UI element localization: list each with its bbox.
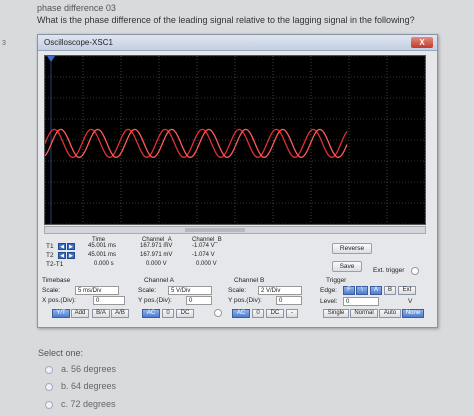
channel-a-zero-toggle[interactable]: 0: [162, 309, 174, 318]
edge-falling-toggle[interactable]: \: [356, 286, 368, 295]
timebase-scale-label: Scale:: [42, 287, 61, 294]
side-question-number: 3: [2, 40, 6, 47]
delta-channel-a: 0.000 V: [146, 261, 167, 267]
edge-rising-toggle[interactable]: F: [343, 286, 355, 295]
row-label-t1: T1: [46, 243, 54, 250]
t2-left-arrow-icon[interactable]: ◀: [58, 252, 66, 259]
t1-time: 45.001 ms: [88, 243, 117, 249]
mode-ab-toggle[interactable]: A/B: [111, 309, 129, 318]
window-title: Oscilloscope-XSC1: [44, 38, 113, 47]
option-b[interactable]: b. 64 degrees: [45, 381, 116, 391]
t1-channel-a: 167.971 mV: [140, 243, 173, 249]
save-button[interactable]: Save: [332, 261, 362, 272]
channel-b-ac-toggle[interactable]: AC: [232, 309, 250, 318]
mode-ba-toggle[interactable]: B/A: [92, 309, 110, 318]
channel-a-dc-toggle[interactable]: DC: [176, 309, 194, 318]
oscilloscope-window: Oscilloscope-XSC1 X Time Channel_A Chann…: [37, 34, 438, 328]
option-c-radio[interactable]: [45, 400, 53, 409]
row-label-t2: T2: [46, 252, 54, 259]
ext-trigger-label: Ext. trigger: [373, 267, 405, 274]
option-a-radio[interactable]: [45, 365, 53, 374]
channel-b-zero-toggle[interactable]: 0: [252, 309, 264, 318]
trigger-edge-label: Edge:: [320, 287, 337, 294]
t2-right-arrow-icon[interactable]: ▶: [67, 252, 75, 259]
channel-b-title: Channel B: [234, 277, 265, 284]
trigger-normal-button[interactable]: Normal: [350, 309, 378, 318]
window-titlebar[interactable]: Oscilloscope-XSC1 X: [38, 35, 437, 51]
channel-a-title: Channel A: [144, 277, 174, 284]
timebase-scale-field[interactable]: 5 ms/Div: [75, 286, 119, 295]
timebase-title: Timebase: [42, 277, 71, 284]
option-a[interactable]: a. 56 degrees: [45, 364, 116, 374]
option-c-label: c. 72 degrees: [61, 399, 116, 409]
delta-channel-b: 0.000 V: [196, 261, 217, 267]
question-text: What is the phase difference of the lead…: [37, 15, 415, 25]
select-one-prompt: Select one:: [38, 348, 84, 358]
source-b-toggle[interactable]: B: [384, 286, 396, 295]
scope-display: [45, 56, 425, 224]
channel-a-ypos-label: Y pos.(Div):: [138, 297, 172, 304]
channel-b-minus-toggle[interactable]: -: [286, 309, 298, 318]
channel-a-radio[interactable]: [214, 309, 222, 317]
channel-a-scale-label: Scale:: [138, 287, 157, 294]
option-b-label: b. 64 degrees: [61, 381, 117, 391]
channel-a-scale-field[interactable]: 5 V/Div: [168, 286, 212, 295]
trigger-level-unit: V: [408, 298, 413, 305]
t2-channel-a: 167.971 mV: [140, 252, 173, 258]
trigger-level-label: Level:: [320, 298, 338, 305]
channel-b-dc-toggle[interactable]: DC: [266, 309, 284, 318]
trace-channel-a: [45, 128, 348, 158]
quiz-header: phase difference 03 What is the phase di…: [37, 3, 467, 25]
question-title: phase difference 03: [37, 3, 116, 13]
source-a-toggle[interactable]: A: [370, 286, 382, 295]
trigger-single-button[interactable]: Single: [323, 309, 349, 318]
option-b-radio[interactable]: [45, 382, 53, 391]
trigger-none-button[interactable]: None: [402, 309, 424, 318]
timebase-xpos-label: X pos.(Div):: [42, 297, 76, 304]
oscilloscope-screen: [44, 55, 426, 225]
option-c[interactable]: c. 72 degrees: [45, 399, 116, 409]
channel-a-ypos-field[interactable]: 0: [186, 296, 212, 305]
t1-right-arrow-icon[interactable]: ▶: [67, 243, 75, 250]
t1-channel-b: -1.074 V: [192, 243, 215, 249]
channel-a-ac-toggle[interactable]: AC: [142, 309, 160, 318]
channel-b-scale-field[interactable]: 2 V/Div: [258, 286, 302, 295]
mode-yt-toggle[interactable]: Y/T: [52, 309, 70, 318]
delta-time: 0.000 s: [94, 261, 114, 267]
t1-left-arrow-icon[interactable]: ◀: [58, 243, 66, 250]
ext-trigger-radio[interactable]: [411, 267, 419, 275]
option-a-label: a. 56 degrees: [61, 364, 117, 374]
trigger-auto-button[interactable]: Auto: [379, 309, 401, 318]
trigger-title: Trigger: [326, 277, 347, 284]
trigger-level-field[interactable]: 0: [343, 297, 379, 306]
channel-b-scale-label: Scale:: [228, 287, 247, 294]
t2-channel-b: -1.074 V: [192, 252, 215, 258]
close-button[interactable]: X: [411, 37, 433, 48]
cursor-readout: Time Channel_A Channel_B T1 ◀ ▶ 45.001 m…: [44, 237, 344, 273]
source-ext-toggle[interactable]: Ext: [398, 286, 416, 295]
channel-b-ypos-label: Y pos.(Div):: [228, 297, 262, 304]
row-label-t2-t1: T2-T1: [46, 261, 64, 268]
t2-time: 45.001 ms: [88, 252, 117, 258]
timebase-xpos-field[interactable]: 0: [93, 296, 125, 305]
horizontal-scrollbar[interactable]: [44, 226, 426, 234]
mode-add-toggle[interactable]: Add: [71, 309, 89, 318]
channel-b-ypos-field[interactable]: 0: [276, 296, 302, 305]
trace-channel-b: [45, 128, 348, 158]
scrollbar-thumb[interactable]: [185, 228, 245, 232]
reverse-button[interactable]: Reverse: [332, 243, 372, 254]
